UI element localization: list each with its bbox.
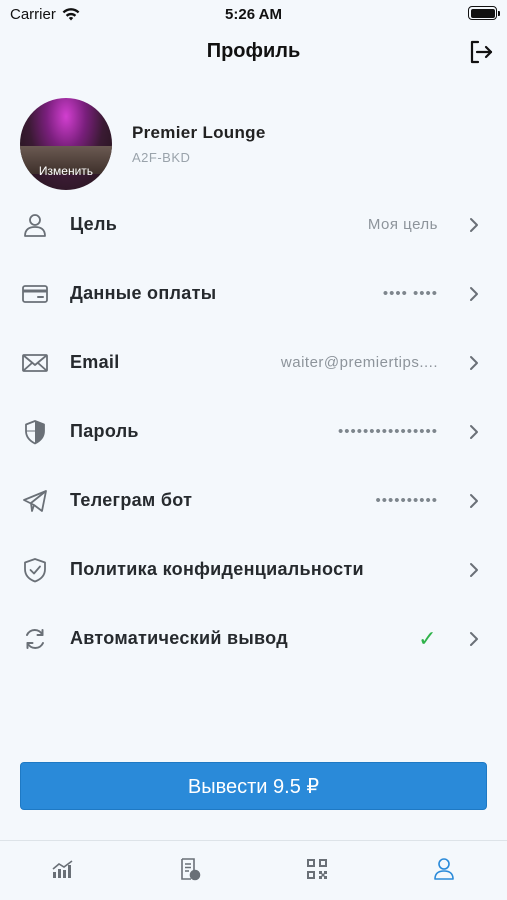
menu-item-email[interactable]: Email waiter@premiertips.... xyxy=(0,328,507,397)
menu-item-value: •••••••••••••••• xyxy=(337,423,438,440)
chevron-right-icon xyxy=(470,286,478,301)
profile-header: Изменить Premier Lounge A2F-BKD xyxy=(20,98,266,190)
chevron-right-icon xyxy=(470,493,478,508)
status-time: 5:26 AM xyxy=(225,6,282,23)
page-title: Профиль xyxy=(206,40,301,62)
menu-item-value: waiter@premiertips.... xyxy=(280,354,438,371)
withdraw-button[interactable]: Вывести 9.5 ₽ xyxy=(20,762,487,810)
menu-item-value: •••• •••• xyxy=(382,285,438,302)
logout-button[interactable] xyxy=(467,38,495,66)
menu-item-label: Цель xyxy=(70,214,118,234)
tab-qr[interactable] xyxy=(254,841,381,900)
menu-item-value: Моя цель xyxy=(367,216,438,233)
menu-item-label: Телеграм бот xyxy=(70,490,193,510)
menu-item-payment[interactable]: Данные оплаты •••• •••• xyxy=(0,259,507,328)
battery-icon xyxy=(468,6,500,20)
profile-name: Premier Lounge xyxy=(132,123,266,142)
profile-icon xyxy=(433,857,454,880)
shield-check-icon xyxy=(21,556,49,584)
tab-history[interactable] xyxy=(127,841,254,900)
logout-icon xyxy=(470,40,493,64)
avatar-edit-label[interactable]: Изменить xyxy=(20,164,112,178)
mail-icon xyxy=(21,349,49,377)
profile-text: Premier Lounge A2F-BKD xyxy=(132,123,266,165)
menu-item-privacy-policy[interactable]: Политика конфиденциальности xyxy=(0,535,507,604)
chevron-right-icon xyxy=(470,631,478,646)
menu-item-label: Email xyxy=(70,352,120,372)
tab-bar xyxy=(0,840,507,900)
menu-item-label: Данные оплаты xyxy=(70,283,217,303)
menu-item-telegram[interactable]: Телеграм бот •••••••••• xyxy=(0,466,507,535)
shield-icon xyxy=(21,418,49,446)
avatar[interactable]: Изменить xyxy=(20,98,112,190)
menu-item-label: Пароль xyxy=(70,421,139,441)
menu-item-goal[interactable]: Цель Моя цель xyxy=(0,190,507,259)
telegram-icon xyxy=(21,487,49,515)
receipt-icon xyxy=(181,857,201,880)
card-icon xyxy=(21,280,49,308)
user-icon xyxy=(21,211,49,239)
auto-withdraw-check-icon: ✓ xyxy=(418,625,437,651)
menu-item-value: •••••••••• xyxy=(375,492,438,509)
settings-menu: Цель Моя цель Данные оплаты •••• •••• Em… xyxy=(0,190,507,673)
chevron-right-icon xyxy=(470,355,478,370)
refresh-icon xyxy=(21,625,49,653)
profile-code: A2F-BKD xyxy=(132,150,191,165)
chevron-right-icon xyxy=(470,562,478,577)
menu-item-password[interactable]: Пароль •••••••••••••••• xyxy=(0,397,507,466)
chart-icon xyxy=(52,859,73,878)
chevron-right-icon xyxy=(470,217,478,232)
qr-code-icon xyxy=(306,858,327,879)
menu-item-label: Политика конфиденциальности xyxy=(70,559,364,579)
menu-item-label: Автоматический вывод xyxy=(70,628,288,648)
tab-profile[interactable] xyxy=(380,841,507,900)
menu-item-auto-withdraw[interactable]: Автоматический вывод ✓ xyxy=(0,604,507,673)
status-bar: Carrier 5:26 AM xyxy=(0,0,507,30)
tab-statistics[interactable] xyxy=(0,841,127,900)
chevron-right-icon xyxy=(470,424,478,439)
